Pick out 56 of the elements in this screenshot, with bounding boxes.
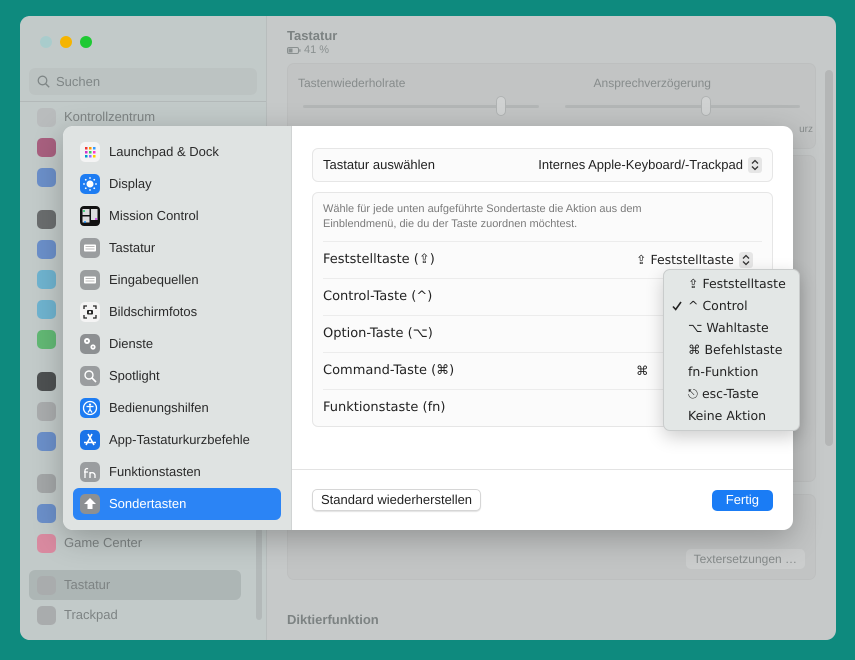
key-popup[interactable]: ⇪ Feststelltaste <box>636 250 753 270</box>
sidebar-item[interactable]: Display <box>73 168 281 200</box>
menu-item[interactable]: ⌘ Befehlstaste <box>664 339 799 361</box>
keyboard-icon <box>80 238 100 258</box>
sidebar-item[interactable]: Tastatur <box>73 232 281 264</box>
search-icon <box>80 366 100 386</box>
slider-end-label: urz <box>799 123 813 137</box>
menu-item[interactable]: fn-Funktion <box>664 361 799 383</box>
camera-icon <box>80 302 100 322</box>
windows-icon <box>80 206 100 226</box>
window-title: Tastatur <box>287 27 338 44</box>
app-store-icon <box>80 430 100 450</box>
slider-label: Tastenwiederholrate <box>298 75 406 92</box>
section-heading: Diktierfunktion <box>287 611 380 629</box>
battery-icon <box>287 47 301 54</box>
sidebar-item[interactable]: Launchpad & Dock <box>73 136 281 168</box>
description: Wähle für jede unten aufgeführte Sondertaste die Aktion aus dem Einblendmenü, die du der Taste zuordnen möchtest. <box>323 202 643 232</box>
search-icon <box>37 75 50 88</box>
stepper-icon[interactable] <box>748 157 762 173</box>
menu-item[interactable]: ⎋ esc-Taste <box>664 383 799 405</box>
grid-icon <box>80 142 100 162</box>
row-label: Command-Taste (⌘) <box>323 362 454 380</box>
sidebar-item[interactable]: App-Tastaturkurzbefehle <box>73 424 281 456</box>
reset-button[interactable]: Standard wiederherstellen <box>312 489 482 511</box>
row-label: Control-Taste (^) <box>323 288 432 306</box>
menu-item[interactable]: ⌥ Wahltaste <box>664 317 799 339</box>
sidebar-item[interactable]: Sondertasten <box>73 488 281 520</box>
key-popup[interactable]: ⌘ <box>636 362 648 380</box>
fn-key-icon <box>80 462 100 482</box>
sidebar-item[interactable]: Mission Control <box>73 200 281 232</box>
slider-thumb[interactable] <box>496 96 506 116</box>
menu-item[interactable]: ^ Control <box>664 295 799 317</box>
row-label: Funktionstaste (fn) <box>323 399 446 418</box>
keyboard-icon <box>80 270 100 290</box>
sidebar-item[interactable]: Funktionstasten <box>73 456 281 488</box>
sidebar-item[interactable]: Bildschirmfotos <box>73 296 281 328</box>
accessibility-icon <box>80 398 100 418</box>
sidebar-item[interactable]: Spotlight <box>73 360 281 392</box>
sidebar-item[interactable]: Bedienungshilfen <box>73 392 281 424</box>
scrollbar[interactable] <box>256 528 262 620</box>
gears-icon <box>80 334 100 354</box>
row-label: Option-Taste (⌥) <box>323 325 433 344</box>
sidebar-item[interactable]: Dienste <box>73 328 281 360</box>
menu-item[interactable]: ⇪ Feststelltaste <box>664 273 799 295</box>
sun-icon <box>80 174 100 194</box>
stepper-icon[interactable] <box>738 252 753 268</box>
slider-label: Ansprechverzögerung <box>594 75 711 92</box>
done-button[interactable]: Fertig <box>712 490 773 510</box>
row-label: Tastatur auswählen <box>323 156 436 174</box>
row-label: Feststelltaste (⇪) <box>323 251 435 270</box>
sidebar-item[interactable]: Eingabequellen <box>73 264 281 296</box>
battery-level: 41 % <box>304 44 330 57</box>
menu-item[interactable]: Keine Aktion <box>664 405 799 427</box>
keyboard-popup[interactable]: Internes Apple-Keyboard/-Trackpad <box>538 155 762 175</box>
slider-thumb[interactable] <box>700 96 711 116</box>
search-field[interactable]: Suchen <box>29 68 257 95</box>
